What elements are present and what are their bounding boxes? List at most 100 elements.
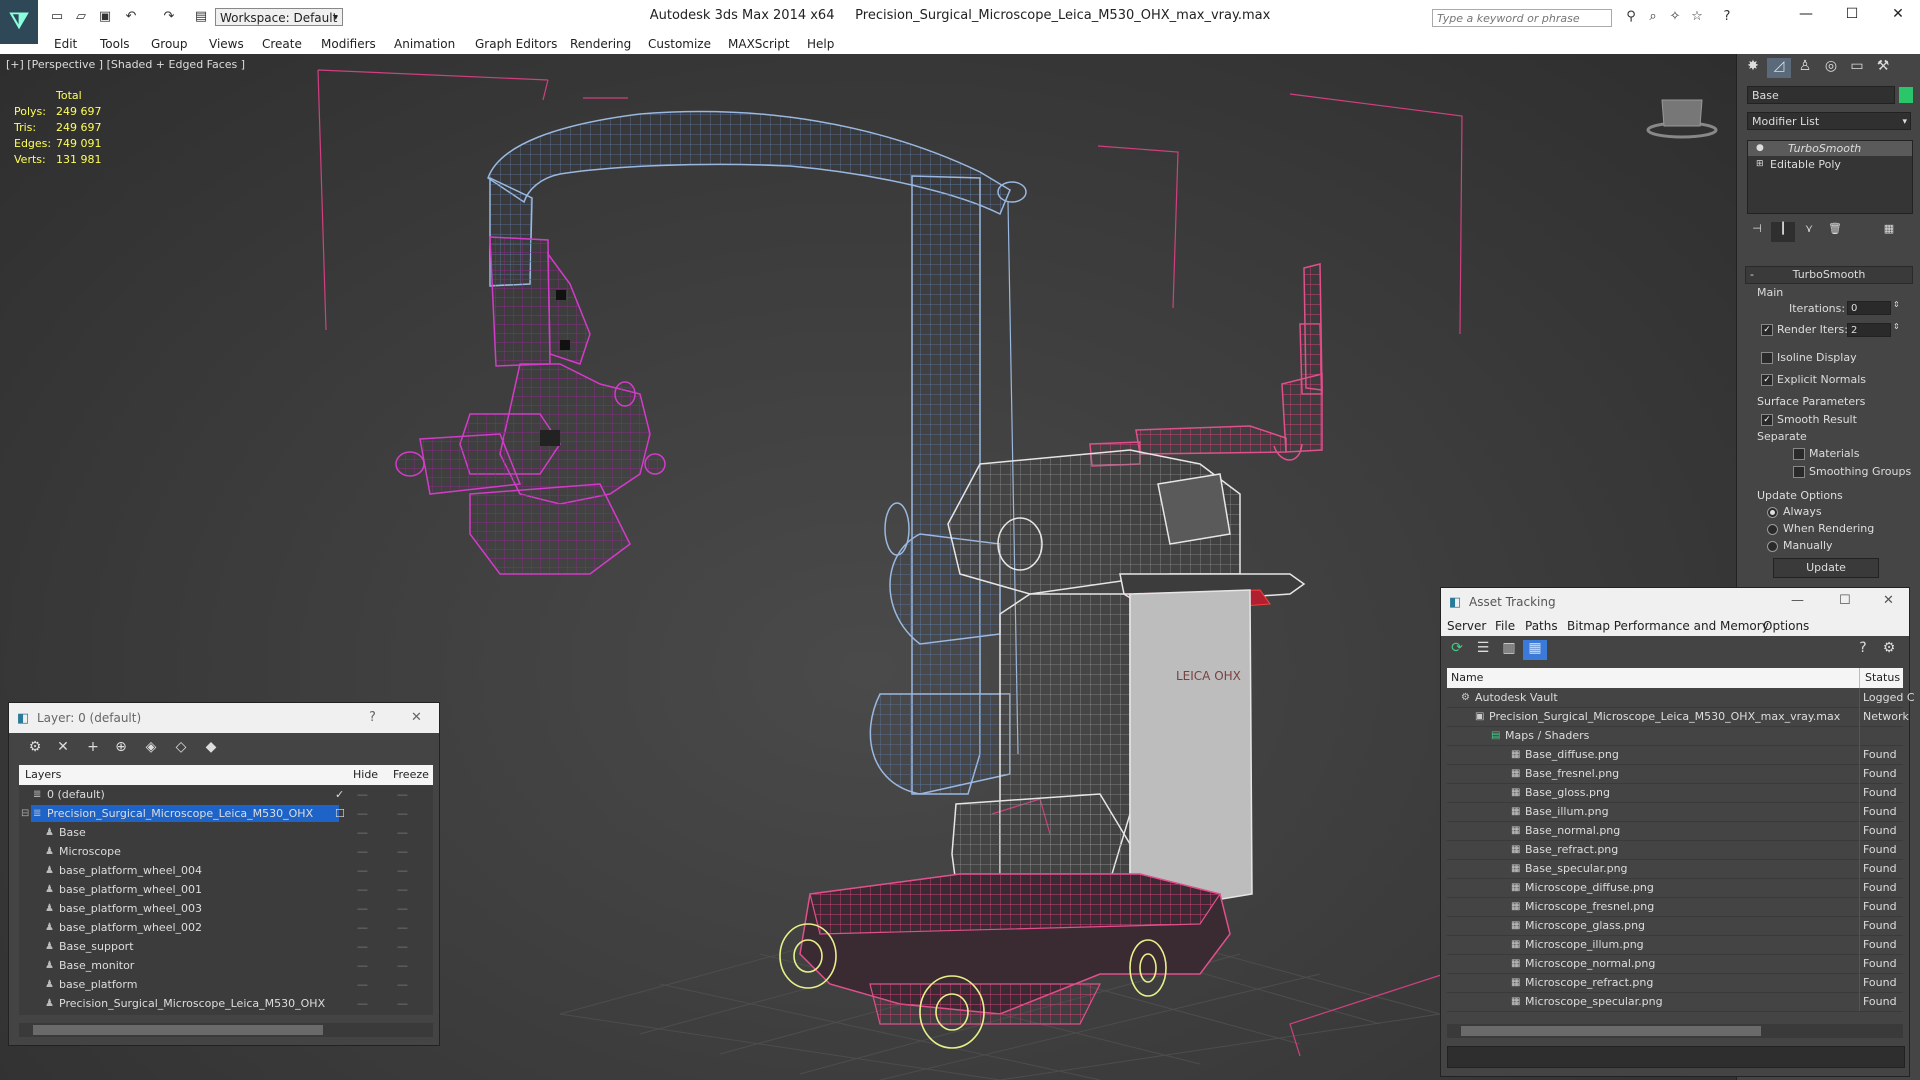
turbosmooth-rollout-header[interactable]: - TurboSmooth — [1745, 266, 1913, 284]
asset-row[interactable]: ▦ Base_normal.png Found — [1447, 821, 1903, 841]
render-iters-checkbox[interactable]: ✓ — [1761, 324, 1773, 336]
layer-row[interactable]: ♟ base_platform_wheel_003 — — — [19, 899, 433, 918]
close-button[interactable]: ✕ — [411, 710, 422, 725]
search-input[interactable] — [1432, 9, 1612, 27]
add-to-layer-icon[interactable]: ⊕ — [109, 739, 133, 759]
thumbnail-view-icon[interactable]: ▥ — [1497, 640, 1521, 660]
layer-row[interactable]: ⊟ ≣ Precision_Surgical_Microscope_Leica_M5… — [19, 804, 433, 823]
minimize-button[interactable]: — — [1786, 6, 1826, 26]
modifier-list-dropdown[interactable]: Modifier List ▾ — [1747, 112, 1911, 130]
explicit-normals-checkbox[interactable]: ✓ — [1761, 374, 1773, 386]
menu-rendering[interactable]: Rendering — [570, 37, 631, 51]
motion-tab-icon[interactable]: ◎ — [1819, 58, 1843, 78]
freeze-toggle-icon[interactable]: — — [397, 956, 408, 975]
close-button[interactable]: ✕ — [1878, 6, 1918, 26]
hierarchy-tab-icon[interactable]: ♙ — [1793, 58, 1817, 78]
hide-toggle-icon[interactable]: — — [357, 899, 368, 918]
search-icon[interactable]: ⌕ — [1644, 9, 1662, 25]
freeze-toggle-icon[interactable]: — — [397, 994, 408, 1013]
asset-menu-options[interactable]: Options — [1763, 619, 1809, 633]
scrollbar-thumb[interactable] — [1461, 1026, 1761, 1036]
isoline-display-checkbox[interactable] — [1761, 352, 1773, 364]
asset-menu-file[interactable]: File — [1495, 619, 1515, 633]
delete-layer-icon[interactable]: ✕ — [51, 739, 75, 759]
layer-row[interactable]: ♟ Microscope — — — [19, 842, 433, 861]
asset-row[interactable]: ⚙ Autodesk Vault Logged C — [1447, 688, 1915, 708]
help-button[interactable]: ? — [369, 710, 376, 725]
highlight-layer-icon[interactable]: ◇ — [169, 739, 193, 759]
layer-row[interactable]: ≣ 0 (default) ✓ — — — [19, 785, 433, 804]
hide-toggle-icon[interactable]: — — [357, 823, 368, 842]
menu-help[interactable]: Help — [807, 37, 834, 51]
materials-checkbox[interactable] — [1793, 448, 1805, 460]
remove-modifier-icon[interactable]: 🗑 — [1823, 222, 1847, 242]
iterations-spinner[interactable]: 0 — [1847, 301, 1891, 315]
stack-item-editable-poly[interactable]: ⊞ Editable Poly — [1748, 157, 1912, 172]
help-icon[interactable]: ? — [1718, 9, 1736, 25]
layer-toolbar-icon[interactable]: ⚙ — [23, 739, 47, 759]
asset-row[interactable]: ▦ Microscope_glass.png Found — [1447, 916, 1903, 936]
menu-animation[interactable]: Animation — [394, 37, 455, 51]
layer-row[interactable]: ♟ base_platform_wheel_004 — — — [19, 861, 433, 880]
horizontal-scrollbar[interactable] — [19, 1023, 433, 1037]
hide-toggle-icon[interactable]: — — [357, 994, 368, 1013]
asset-menu-bitmap[interactable]: Bitmap Performance and Memory — [1567, 619, 1769, 633]
hide-all-icon[interactable]: ◆ — [199, 739, 223, 759]
settings-icon[interactable]: ⚙ — [1877, 640, 1901, 660]
current-layer-check-icon[interactable]: ✓ — [335, 785, 344, 804]
hide-toggle-icon[interactable]: — — [357, 804, 368, 823]
freeze-toggle-icon[interactable]: — — [397, 861, 408, 880]
hide-toggle-icon[interactable]: — — [357, 861, 368, 880]
freeze-toggle-icon[interactable]: — — [397, 899, 408, 918]
asset-row[interactable]: ▤ Maps / Shaders — [1447, 726, 1903, 746]
col-layers[interactable]: Layers — [25, 765, 61, 785]
communication-icon[interactable]: ✧ — [1666, 9, 1684, 25]
maximize-button[interactable]: ☐ — [1832, 6, 1872, 26]
expand-plus-icon[interactable]: ⊞ — [1756, 157, 1764, 172]
layer-row[interactable]: ♟ Base_monitor — — — [19, 956, 433, 975]
hide-toggle-icon[interactable]: — — [357, 975, 368, 994]
col-name[interactable]: Name — [1451, 668, 1483, 688]
utilities-tab-icon[interactable]: ⚒ — [1871, 58, 1895, 78]
asset-row[interactable]: ▦ Microscope_specular.png Found — [1447, 992, 1903, 1012]
list-view-icon[interactable]: ☰ — [1471, 640, 1495, 660]
make-unique-icon[interactable]: ⋎ — [1797, 222, 1821, 242]
freeze-toggle-icon[interactable]: — — [397, 937, 408, 956]
manually-radio[interactable] — [1767, 541, 1778, 552]
hide-toggle-icon[interactable]: — — [357, 880, 368, 899]
lightbulb-icon[interactable]: ● — [1756, 141, 1764, 156]
collapse-toggle-icon[interactable]: ⊟ — [21, 804, 29, 823]
always-radio[interactable] — [1767, 507, 1778, 518]
when-rendering-radio[interactable] — [1767, 524, 1778, 535]
asset-row[interactable]: ▦ Base_gloss.png Found — [1447, 783, 1903, 803]
viewcube-icon[interactable] — [1646, 99, 1718, 139]
favorites-icon[interactable]: ☆ — [1688, 9, 1706, 25]
refresh-icon[interactable]: ⟳ — [1445, 640, 1469, 660]
asset-row[interactable]: ▦ Base_fresnel.png Found — [1447, 764, 1903, 784]
asset-row[interactable]: ▦ Base_diffuse.png Found — [1447, 745, 1903, 765]
asset-menu-server[interactable]: Server — [1447, 619, 1486, 633]
object-name-field[interactable]: Base — [1747, 86, 1895, 104]
spinner-arrows-icon[interactable]: ⇕ — [1893, 300, 1900, 309]
freeze-toggle-icon[interactable]: — — [397, 918, 408, 937]
layer-row[interactable]: ♟ Base — — — [19, 823, 433, 842]
menu-graph-editors[interactable]: Graph Editors — [475, 37, 557, 51]
menu-modifiers[interactable]: Modifiers — [321, 37, 376, 51]
smooth-result-checkbox[interactable]: ✓ — [1761, 414, 1773, 426]
asset-dialog-titlebar[interactable]: ◧ Asset Tracking — ☐ ✕ — [1441, 588, 1909, 616]
menu-group[interactable]: Group — [151, 37, 188, 51]
menu-customize[interactable]: Customize — [648, 37, 711, 51]
col-freeze[interactable]: Freeze — [393, 765, 429, 785]
create-layer-icon[interactable]: + — [81, 739, 105, 759]
col-hide[interactable]: Hide — [353, 765, 378, 785]
asset-row[interactable]: ▦ Microscope_illum.png Found — [1447, 935, 1903, 955]
freeze-toggle-icon[interactable]: — — [397, 880, 408, 899]
freeze-toggle-icon[interactable]: — — [397, 975, 408, 994]
object-color-swatch[interactable] — [1899, 87, 1913, 103]
pin-stack-icon[interactable]: ⊣ — [1745, 222, 1769, 242]
freeze-toggle-icon[interactable]: — — [397, 823, 408, 842]
layer-row[interactable]: ♟ Precision_Surgical_Microscope_Leica_M53… — [19, 994, 433, 1013]
select-in-layer-icon[interactable]: ◈ — [139, 739, 163, 759]
col-status[interactable]: Status — [1865, 668, 1900, 688]
app-logo-icon[interactable]: ⧩ — [0, 0, 38, 44]
